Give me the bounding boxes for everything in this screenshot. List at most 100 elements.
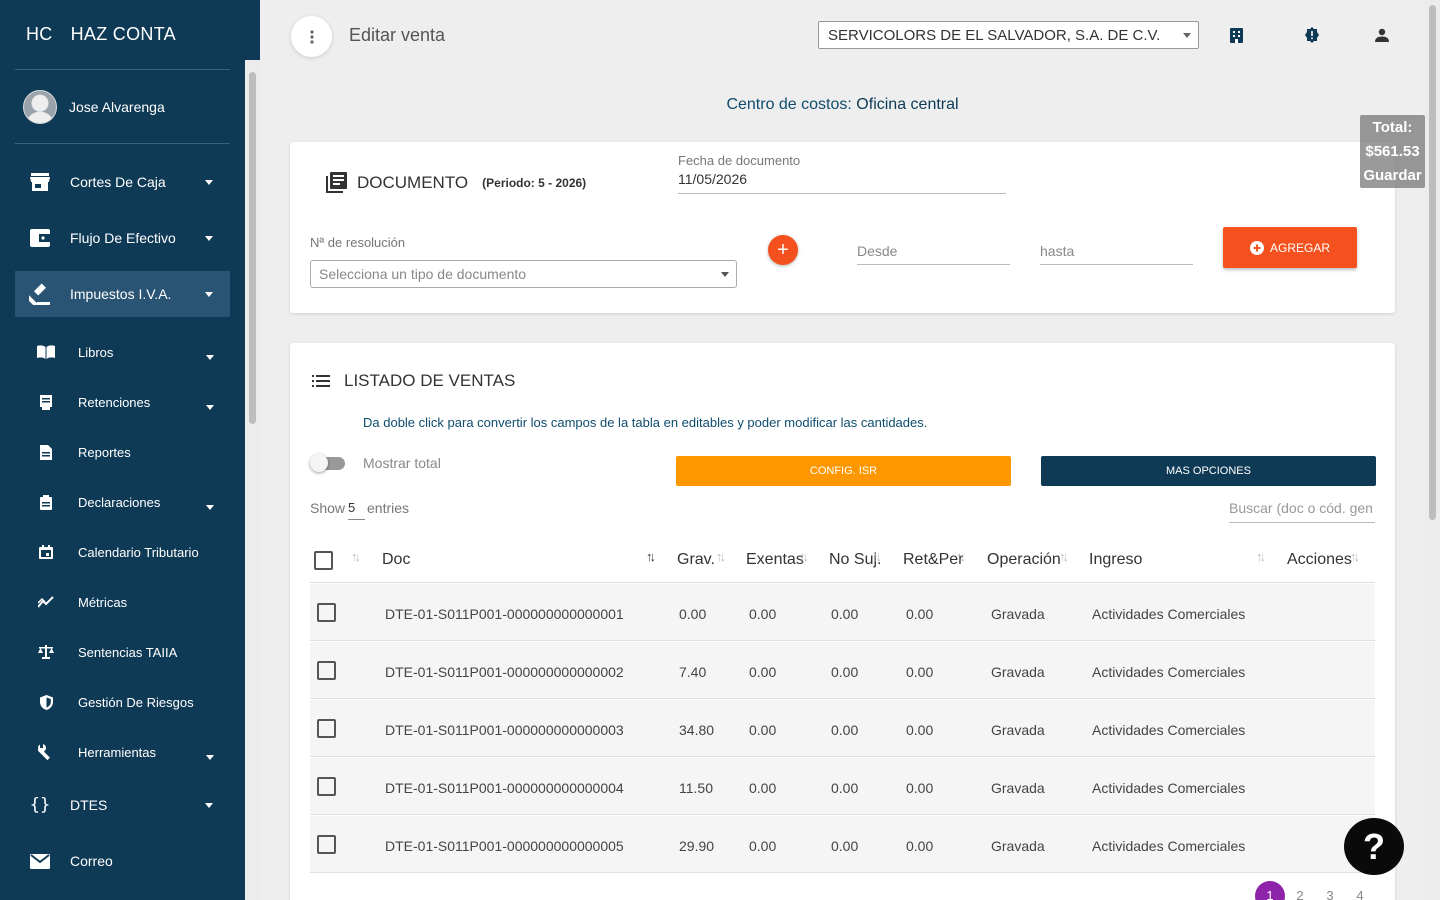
cell-doc: DTE-01-S011P001-000000000000004 [385,780,624,796]
total-save-widget[interactable]: Total: $561.53 Guardar [1360,115,1425,188]
document-icon [37,443,55,461]
document-date-field[interactable]: 11/05/2026 [678,171,747,187]
add-resolution-button[interactable]: + [768,235,798,265]
row-checkbox[interactable] [317,835,336,854]
cell-grav: 7.40 [679,664,707,680]
sidebar-item-dtes[interactable]: {} DTES [15,782,230,828]
sidebar-subitem-metricas[interactable]: Métricas [15,582,230,622]
scrollbar-thumb[interactable] [1429,5,1436,520]
sort-icon[interactable]: ↑↓ [1256,549,1266,564]
sidebar-subitem-sentencias-taiia[interactable]: Sentencias TAIIA [15,632,230,672]
column-header-grav[interactable]: Grav. [677,551,715,569]
plus-circle-icon [1249,240,1264,255]
cell-doc: DTE-01-S011P001-000000000000001 [385,606,624,622]
column-header-ingreso[interactable]: Ingreso [1089,551,1142,569]
column-header-exentas[interactable]: Exentas [746,551,804,569]
sort-icon[interactable]: ↑↓ [716,549,726,564]
sort-icon[interactable]: ↑↓ [1350,549,1360,564]
column-header-operacion[interactable]: Operación [987,551,1061,569]
brand-name: HAZ CONTA [70,24,176,44]
save-button[interactable]: Guardar [1360,164,1425,188]
agregar-button[interactable]: AGREGAR [1223,227,1357,268]
sidebar-subitem-herramientas[interactable]: Herramientas [15,732,230,772]
cost-center-caption: Centro de costos: [726,96,852,113]
row-checkbox[interactable] [317,777,336,796]
scrollbar-thumb[interactable] [249,72,256,424]
sidebar-subitem-libros[interactable]: Libros [15,332,230,372]
sort-icon[interactable]: ↑↓ [351,549,361,564]
cell-operacion: Gravada [991,722,1045,738]
entries-label: entries [367,500,410,516]
table-row[interactable]: DTE-01-S011P001-000000000000001 0.00 0.0… [310,584,1375,641]
list-icon [312,375,330,387]
sidebar-item-correo[interactable]: Correo [15,838,230,884]
sidebar-item-flujo-de-efectivo[interactable]: Flujo De Efectivo [15,215,230,261]
alert-badge-icon[interactable] [1303,26,1321,44]
shield-icon [37,693,55,711]
cell-grav: 34.80 [679,722,715,738]
row-checkbox[interactable] [317,603,336,622]
cell-no-suj: 0.00 [831,780,859,796]
cell-doc: DTE-01-S011P001-000000000000005 [385,838,624,854]
table-row[interactable]: DTE-01-S011P001-000000000000002 7.40 0.0… [310,642,1375,699]
sort-icon[interactable]: ↑↓ [799,549,809,564]
sidebar-subitem-reportes[interactable]: Reportes [15,432,230,472]
show-total-label: Mostrar total [363,455,441,471]
chevron-down-icon [205,291,213,297]
sort-icon[interactable]: ↑↓ [956,549,966,564]
kebab-icon [309,29,314,44]
account-icon[interactable] [1373,26,1391,44]
company-select[interactable]: SERVICOLORS DE EL SALVADOR, S.A. DE C.V. [818,21,1199,49]
sort-icon[interactable]: ↑↓ [1059,549,1069,564]
sidebar: HC HAZ CONTA Jose Alvarenga Cortes De Ca… [0,0,260,900]
resolution-select[interactable]: Selecciona un tipo de documento [310,260,737,288]
cell-exentas: 0.00 [749,722,777,738]
select-all-checkbox[interactable] [314,551,333,570]
show-total-toggle[interactable] [310,454,345,472]
sidebar-scrollbar[interactable] [245,60,260,900]
mail-icon [29,850,51,872]
trending-icon [37,593,55,611]
sort-icon[interactable]: ↑↓ [872,549,882,564]
sort-asc-icon[interactable]: ↑↓ [646,549,656,564]
cell-exentas: 0.00 [749,780,777,796]
help-button[interactable]: ? [1344,818,1404,875]
row-checkbox[interactable] [317,661,336,680]
more-menu-button[interactable] [291,16,332,57]
divider [15,69,230,70]
column-header-doc[interactable]: Doc [382,551,410,569]
sidebar-subitem-declaraciones[interactable]: Declaraciones [15,482,230,522]
sidebar-subitem-retenciones[interactable]: Retenciones [15,382,230,422]
table-row[interactable]: DTE-01-S011P001-000000000000003 34.80 0.… [310,700,1375,757]
sidebar-item-impuestos-iva[interactable]: Impuestos I.V.A. [15,271,230,317]
sidebar-subitem-gestion-de-riesgos[interactable]: Gestión De Riesgos [15,682,230,722]
cell-ret-per: 0.00 [906,780,934,796]
company-select-value: SERVICOLORS DE EL SALVADOR, S.A. DE C.V. [828,27,1161,44]
cell-exentas: 0.00 [749,664,777,680]
cell-ret-per: 0.00 [906,664,934,680]
more-options-button[interactable]: MAS OPCIONES [1041,456,1376,486]
page-scrollbar[interactable] [1425,0,1440,900]
date-underline [678,193,1006,194]
brand-logo[interactable]: HC HAZ CONTA [26,24,176,45]
config-isr-button[interactable]: CONFIG. ISR [676,456,1011,486]
sidebar-item-label: Impuestos I.V.A. [70,286,172,302]
search-input[interactable]: Buscar (doc o cód. gen [1229,500,1375,523]
hasta-field[interactable]: hasta [1040,243,1074,259]
column-header-ret-per[interactable]: Ret&Per [903,551,963,569]
divider [15,143,230,144]
row-checkbox[interactable] [317,719,336,738]
help-icon: ? [1363,825,1385,867]
table-row[interactable]: DTE-01-S011P001-000000000000005 29.90 0.… [310,816,1375,873]
document-date-label: Fecha de documento [678,153,801,168]
table-row[interactable]: DTE-01-S011P001-000000000000004 11.50 0.… [310,758,1375,815]
building-icon[interactable] [1227,26,1245,44]
sidebar-item-label: Correo [70,853,113,869]
sidebar-item-cortes-de-caja[interactable]: Cortes De Caja [15,159,230,205]
entries-per-page-select[interactable]: 5 [348,500,365,520]
sidebar-subitem-label: Gestión De Riesgos [78,694,194,710]
sidebar-subitem-calendario-tributario[interactable]: Calendario Tributario [15,532,230,572]
cell-ret-per: 0.00 [906,606,934,622]
desde-field[interactable]: Desde [857,243,897,259]
column-header-acciones[interactable]: Acciones [1287,551,1352,569]
